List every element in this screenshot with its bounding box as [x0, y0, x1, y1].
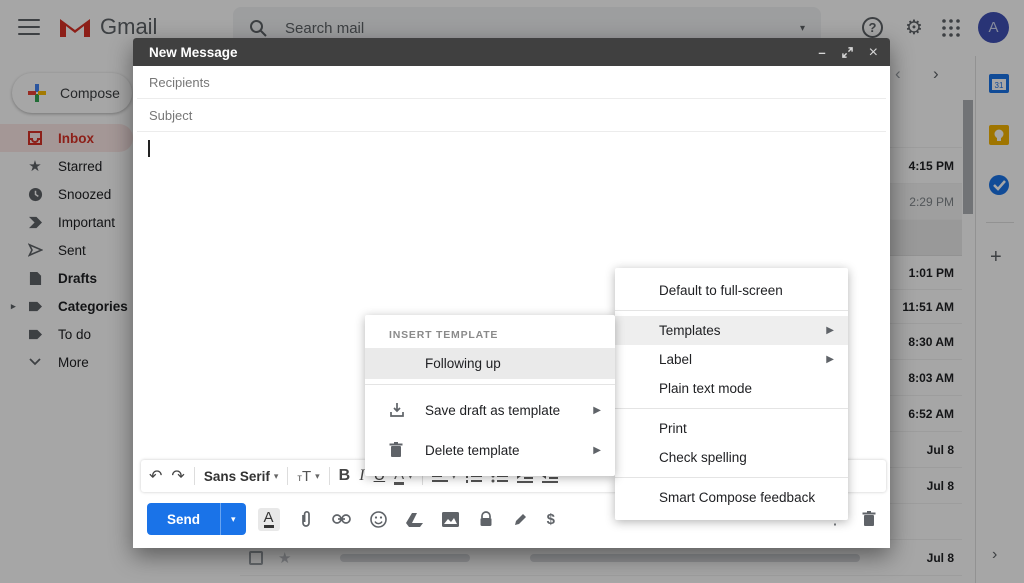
menu-item-fullscreen[interactable]: Default to full-screen [615, 276, 848, 305]
insert-signature-icon[interactable] [513, 512, 528, 527]
redo-icon[interactable]: ↷ [171, 466, 184, 486]
recipients-field[interactable]: Recipients [137, 66, 886, 99]
caret-icon: ▾ [273, 470, 279, 481]
menu-item-templates[interactable]: Templates ▶ [615, 316, 848, 345]
minimize-icon[interactable]: – [818, 46, 825, 59]
font-size-button[interactable]: ᴛT ▾ [297, 468, 319, 485]
save-draft-as-template-item[interactable]: Save draft as template ▶ [365, 390, 615, 430]
insert-link-icon[interactable] [331, 513, 351, 525]
trash-icon [389, 442, 407, 458]
menu-item-label[interactable]: Label ▶ [615, 345, 848, 374]
menu-divider [615, 408, 848, 409]
attach-file-icon[interactable] [299, 510, 313, 528]
insert-photo-icon[interactable] [441, 511, 459, 527]
submenu-arrow-icon: ▶ [593, 444, 601, 456]
compose-options-menu: Default to full-screen Templates ▶ Label… [615, 268, 848, 520]
caret-icon: ▾ [315, 470, 320, 481]
menu-item-print[interactable]: Print [615, 414, 848, 443]
gmail-app: Gmail Search mail ▾ ? ⚙ A Compose Inbox … [0, 0, 1024, 583]
templates-submenu: INSERT TEMPLATE Following up Save draft … [365, 315, 615, 476]
discard-draft-trash-icon[interactable] [862, 511, 876, 527]
compose-title: New Message [149, 44, 238, 60]
formatting-options-button[interactable]: A [257, 507, 280, 531]
insert-template-header: INSERT TEMPLATE [389, 329, 499, 341]
save-download-icon [389, 402, 407, 418]
menu-item-plain-text[interactable]: Plain text mode [615, 374, 848, 403]
text-cursor [148, 140, 150, 157]
popout-icon[interactable] [841, 46, 853, 58]
submenu-arrow-icon: ▶ [826, 325, 834, 336]
submenu-arrow-icon: ▶ [593, 404, 601, 416]
submenu-arrow-icon: ▶ [826, 354, 834, 365]
font-family-select[interactable]: Sans Serif ▾ [204, 469, 279, 484]
close-icon[interactable]: × [869, 44, 878, 60]
undo-icon[interactable]: ↶ [149, 466, 162, 486]
menu-item-check-spelling[interactable]: Check spelling [615, 443, 848, 472]
dollar-icon[interactable]: $ [547, 511, 555, 528]
template-item-following-up[interactable]: Following up [365, 348, 615, 379]
send-label: Send [167, 511, 201, 527]
insert-emoji-icon[interactable] [369, 510, 387, 528]
menu-item-smart-compose-feedback[interactable]: Smart Compose feedback [615, 483, 848, 512]
confidential-mode-icon[interactable] [478, 511, 494, 527]
subject-field[interactable]: Subject [137, 99, 886, 132]
drive-icon[interactable] [405, 512, 423, 527]
compose-header[interactable]: New Message – × [133, 38, 890, 66]
send-button[interactable]: Send ▾ [147, 503, 246, 535]
bold-button[interactable]: B [339, 467, 351, 485]
italic-button[interactable]: I [359, 467, 364, 485]
menu-divider [615, 310, 848, 311]
menu-divider [615, 477, 848, 478]
send-options-caret-icon[interactable]: ▾ [220, 503, 246, 535]
menu-divider [365, 384, 615, 385]
delete-template-item[interactable]: Delete template ▶ [365, 430, 615, 470]
